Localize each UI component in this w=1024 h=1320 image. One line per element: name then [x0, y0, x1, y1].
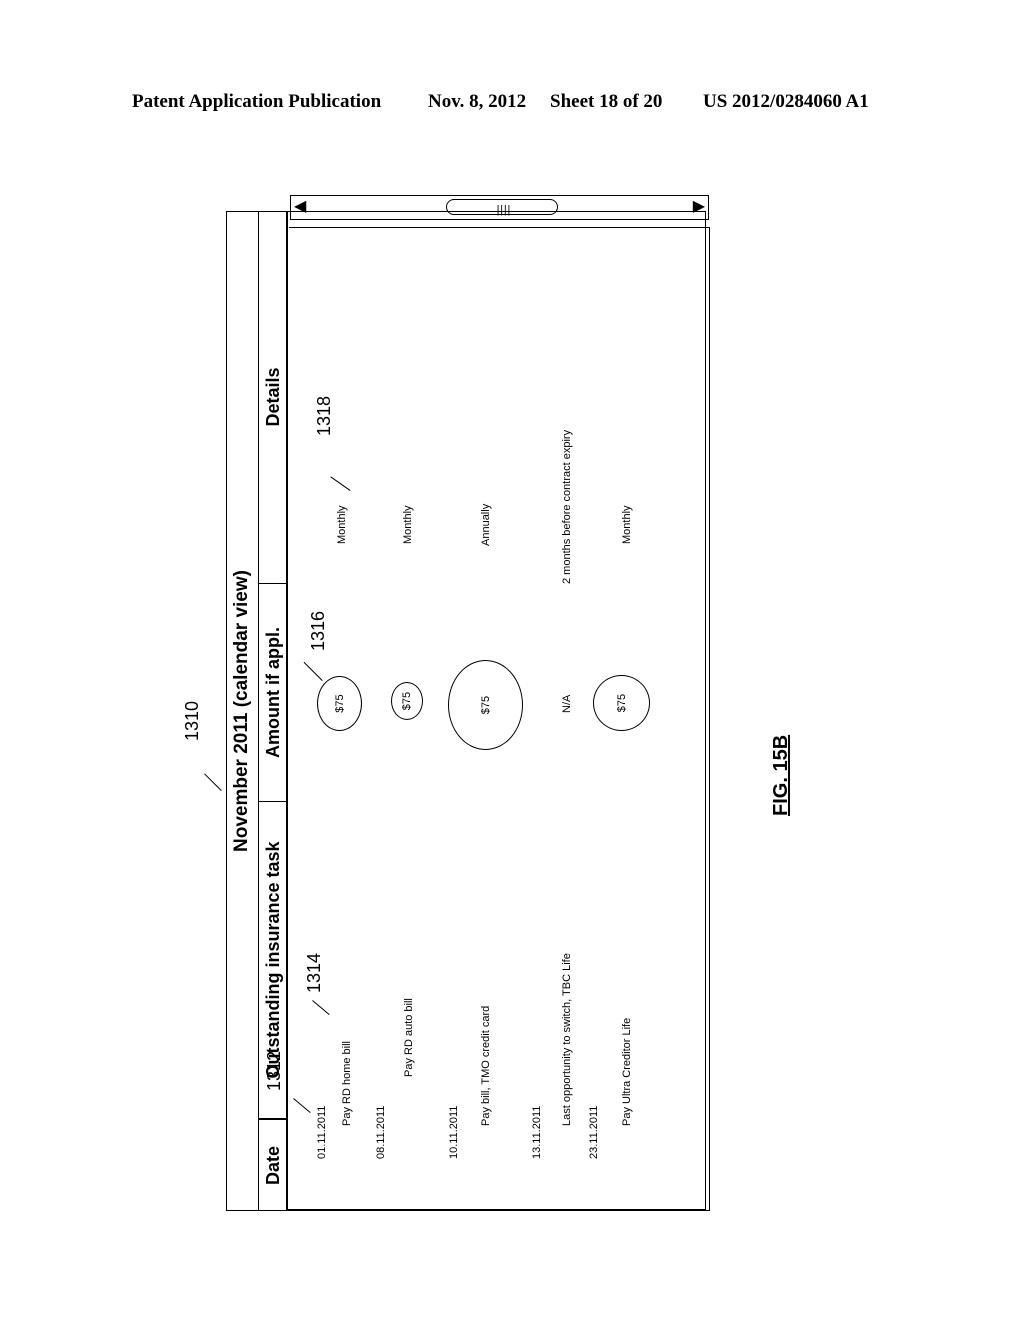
row-date: 13.11.2011 [531, 1105, 543, 1159]
row-date: 01.11.2011 [316, 1105, 328, 1159]
row-task: Pay bill, TMO credit card [480, 1005, 492, 1126]
leader-line [204, 773, 222, 791]
row-date: 10.11.2011 [448, 1105, 460, 1159]
row-amount: $75 [479, 695, 492, 715]
row-amount: N/A [561, 694, 573, 713]
row-amount: $75 [401, 691, 413, 711]
calendar-title: November 2011 (calendar view) [226, 211, 259, 1211]
row-details: Monthly [402, 505, 414, 544]
row-details: Monthly [621, 505, 633, 544]
ref-numeral-1312: 1312 [264, 1050, 284, 1091]
column-header-amount[interactable]: Amount if appl. [259, 583, 288, 801]
column-header-date[interactable]: Date [259, 1118, 288, 1211]
column-header-details[interactable]: Details [259, 211, 288, 583]
ref-numeral-1314: 1314 [304, 952, 324, 993]
row-details: Monthly [336, 505, 348, 544]
amount-bubble[interactable]: $75 [317, 676, 362, 731]
figure-label: FIG. 15B [770, 734, 792, 816]
row-details: Annually [480, 503, 492, 546]
row-task: Last opportunity to switch, TBC Life [561, 953, 573, 1126]
ref-numeral-1310: 1310 [182, 700, 202, 741]
row-amount: $75 [333, 694, 346, 713]
amount-bubble[interactable]: $75 [593, 675, 650, 731]
ref-numeral-1318: 1318 [314, 395, 334, 436]
amount-bubble[interactable]: $75 [448, 660, 523, 750]
calendar-view-figure: November 2011 (calendar view) Date Outst… [182, 211, 761, 1211]
publication-type: Patent Application Publication [132, 91, 382, 112]
ref-numeral-1316: 1316 [308, 610, 328, 651]
publication-date: Nov. 8, 2012 [428, 91, 527, 112]
calendar-content: 01.11.2011 Pay RD home bill $75 Monthly … [288, 211, 706, 1211]
row-task: Pay RD auto bill [403, 998, 415, 1077]
sheet-number: Sheet 18 of 20 [550, 91, 663, 112]
patent-number: US 2012/0284060 A1 [703, 91, 869, 112]
amount-bubble[interactable]: $75 [391, 682, 423, 720]
row-task: Pay RD home bill [341, 1041, 353, 1126]
row-amount: $75 [615, 693, 628, 713]
row-date: 23.11.2011 [588, 1105, 600, 1159]
row-details: 2 months before contract expiry [561, 429, 573, 584]
row-task: Pay Ultra Creditor Life [621, 1017, 633, 1126]
row-date: 08.11.2011 [375, 1105, 387, 1159]
